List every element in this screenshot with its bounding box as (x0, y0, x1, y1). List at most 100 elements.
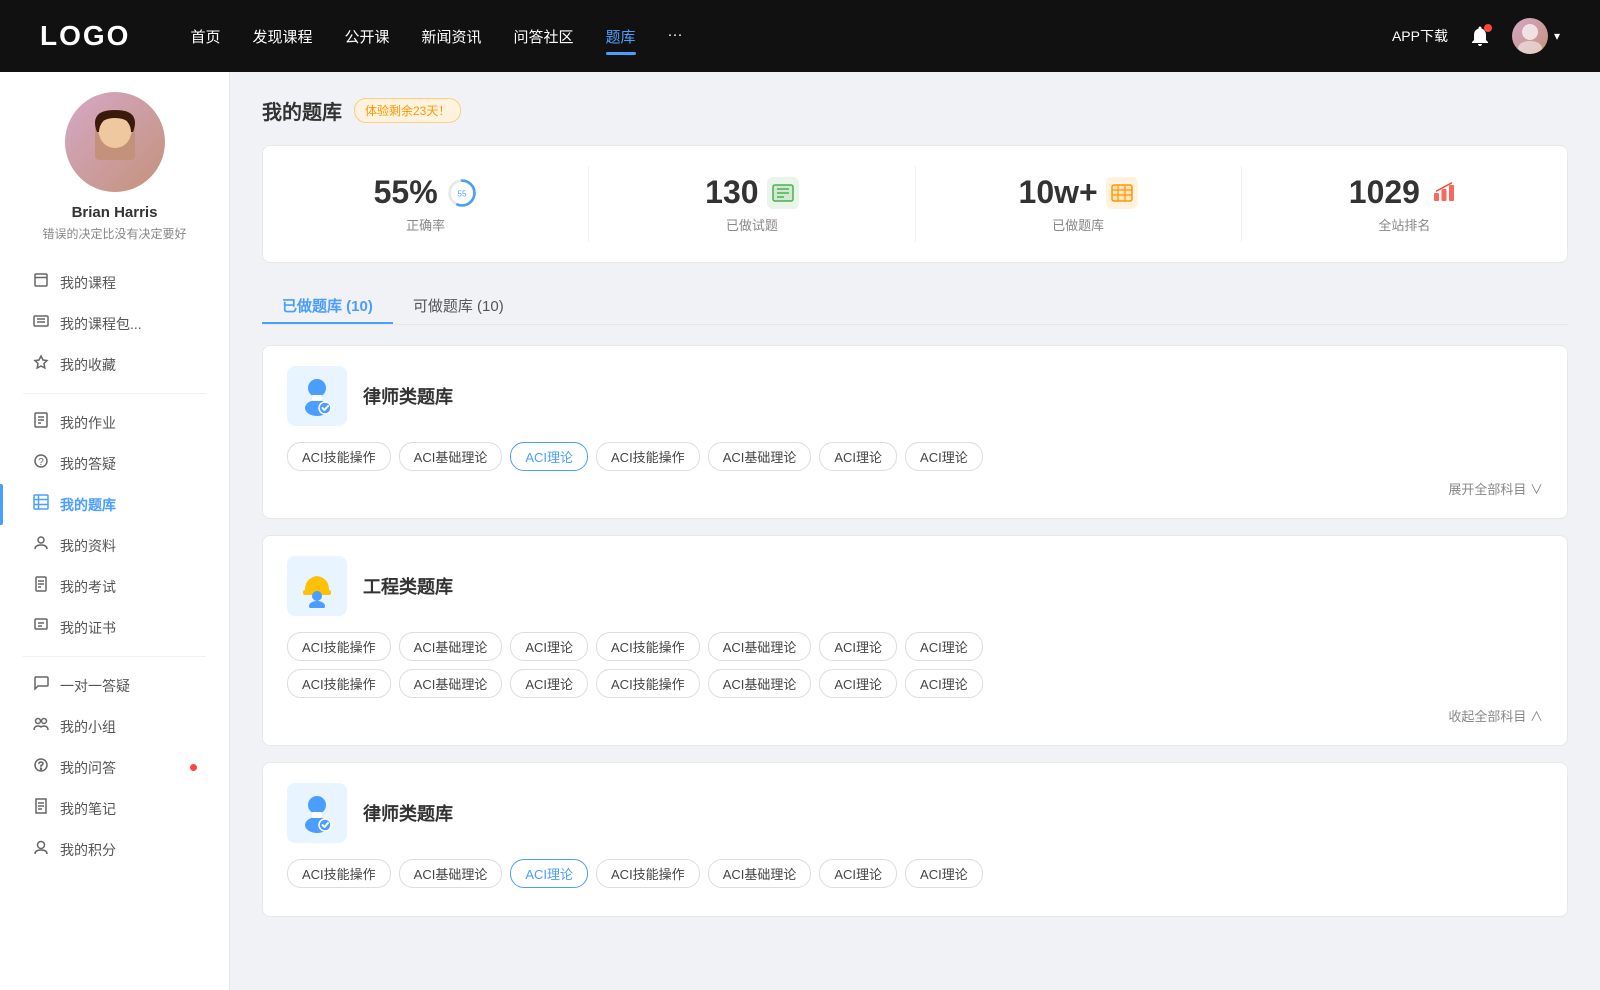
sidebar-item-cert[interactable]: 我的证书 (0, 607, 229, 648)
stat-done-banks-label: 已做题库 (1052, 215, 1104, 234)
sidebar-item-bank[interactable]: 我的题库 (0, 484, 229, 525)
qa-icon: ? (32, 453, 50, 474)
tag-lawyer-3[interactable]: ACI技能操作 (596, 442, 700, 471)
bank-section-engineering: 工程类题库 ACI技能操作 ACI基础理论 ACI理论 ACI技能操作 ACI基… (262, 535, 1568, 746)
tag-lawyer-1[interactable]: ACI基础理论 (399, 442, 503, 471)
bank-title-lawyer2: 律师类题库 (363, 800, 453, 826)
tag-eng-r1-3[interactable]: ACI技能操作 (596, 632, 700, 661)
expand-lawyer-link[interactable]: 展开全部科目 ∨ (287, 479, 1543, 498)
tag-lawyer2-6[interactable]: ACI理论 (905, 859, 983, 888)
tag-eng-r2-1[interactable]: ACI基础理论 (399, 669, 503, 698)
sidebar-item-exam-label: 我的考试 (60, 577, 197, 597)
tag-eng-r2-3[interactable]: ACI技能操作 (596, 669, 700, 698)
tag-lawyer2-0[interactable]: ACI技能操作 (287, 859, 391, 888)
sidebar-item-notes-label: 我的笔记 (60, 799, 197, 819)
sidebar-item-profile2-label: 我的资料 (60, 536, 197, 556)
tag-eng-r2-4[interactable]: ACI基础理论 (708, 669, 812, 698)
sidebar-item-qa-label: 我的答疑 (60, 454, 197, 474)
correct-rate-chart: 55 (446, 177, 478, 209)
sidebar: Brian Harris 错误的决定比没有决定要好 我的课程 我的课程包... … (0, 72, 230, 990)
bank-title-lawyer: 律师类题库 (363, 383, 453, 409)
tag-lawyer-5[interactable]: ACI理论 (819, 442, 897, 471)
tag-lawyer2-3[interactable]: ACI技能操作 (596, 859, 700, 888)
tabs-row: 已做题库 (10) 可做题库 (10) (262, 287, 1568, 325)
nav-item-home[interactable]: 首页 (190, 22, 220, 51)
sidebar-item-qa-mine[interactable]: ? 我的答疑 (0, 443, 229, 484)
tag-lawyer-2[interactable]: ACI理论 (510, 442, 588, 471)
tag-lawyer2-4[interactable]: ACI基础理论 (708, 859, 812, 888)
nav-item-news[interactable]: 新闻资讯 (422, 22, 482, 51)
nav-item-qa[interactable]: 问答社区 (514, 22, 574, 51)
sidebar-item-group[interactable]: 我的小组 (0, 706, 229, 747)
sidebar-item-profile2[interactable]: 我的资料 (0, 525, 229, 566)
nav-item-bank[interactable]: 题库 (606, 22, 636, 51)
profile-avatar (65, 92, 165, 192)
logo: LOGO (40, 20, 130, 52)
bank-tags-lawyer2: ACI技能操作 ACI基础理论 ACI理论 ACI技能操作 ACI基础理论 AC… (287, 859, 1543, 888)
tag-eng-r1-2[interactable]: ACI理论 (510, 632, 588, 661)
notification-dot (1484, 24, 1492, 32)
sidebar-item-cert-label: 我的证书 (60, 618, 197, 638)
tag-lawyer2-2[interactable]: ACI理论 (510, 859, 588, 888)
sidebar-item-notes[interactable]: 我的笔记 (0, 788, 229, 829)
sidebar-item-myqa[interactable]: 我的问答 (0, 747, 229, 788)
tag-lawyer-6[interactable]: ACI理论 (905, 442, 983, 471)
tag-eng-r2-6[interactable]: ACI理论 (905, 669, 983, 698)
tag-lawyer-4[interactable]: ACI基础理论 (708, 442, 812, 471)
user-avatar-menu[interactable]: ▾ (1512, 18, 1560, 54)
stat-correct-rate-value: 55% (374, 174, 438, 211)
points-icon (32, 839, 50, 860)
tag-eng-r1-5[interactable]: ACI理论 (819, 632, 897, 661)
sidebar-item-points[interactable]: 我的积分 (0, 829, 229, 870)
profile2-icon (32, 535, 50, 556)
tag-eng-r1-1[interactable]: ACI基础理论 (399, 632, 503, 661)
exam-icon (32, 576, 50, 597)
app-download-link[interactable]: APP下载 (1392, 26, 1448, 46)
chevron-down-icon: ▾ (1554, 29, 1560, 43)
stat-correct-rate: 55% 55 正确率 (263, 166, 589, 242)
bank-title-engineering: 工程类题库 (363, 573, 453, 599)
stats-row: 55% 55 正确率 130 (262, 145, 1568, 263)
stat-done-questions-value: 130 (705, 174, 758, 211)
global-rank-icon (1428, 177, 1460, 209)
homework-icon (32, 412, 50, 433)
sidebar-item-course[interactable]: 我的课程 (0, 262, 229, 303)
tag-eng-r2-2[interactable]: ACI理论 (510, 669, 588, 698)
tag-eng-r1-4[interactable]: ACI基础理论 (708, 632, 812, 661)
page-title: 我的题库 (262, 96, 342, 125)
nav-item-discover[interactable]: 发现课程 (252, 22, 312, 51)
nav-item-mooc[interactable]: 公开课 (344, 22, 389, 51)
tag-eng-r1-0[interactable]: ACI技能操作 (287, 632, 391, 661)
tag-lawyer-0[interactable]: ACI技能操作 (287, 442, 391, 471)
stat-done-questions: 130 已做试题 (589, 166, 915, 242)
sidebar-item-course-pkg[interactable]: 我的课程包... (0, 303, 229, 344)
sidebar-item-bank-label: 我的题库 (60, 495, 197, 515)
page-body: Brian Harris 错误的决定比没有决定要好 我的课程 我的课程包... … (0, 72, 1600, 990)
tag-eng-r1-6[interactable]: ACI理论 (905, 632, 983, 661)
stat-global-rank: 1029 全站排名 (1242, 166, 1567, 242)
sidebar-item-oneonone[interactable]: 一对一答疑 (0, 665, 229, 706)
collapse-engineering-link[interactable]: 收起全部科目 ∧ (287, 706, 1543, 725)
tag-lawyer2-1[interactable]: ACI基础理论 (399, 859, 503, 888)
tab-done-banks[interactable]: 已做题库 (10) (262, 287, 393, 324)
bank-icon-lawyer (287, 366, 347, 426)
notes-icon (32, 798, 50, 819)
sidebar-item-collect[interactable]: 我的收藏 (0, 344, 229, 385)
tag-lawyer2-5[interactable]: ACI理论 (819, 859, 897, 888)
stat-global-rank-value: 1029 (1349, 174, 1420, 211)
bank-icon-lawyer2 (287, 783, 347, 843)
nav-item-more[interactable]: ··· (668, 22, 683, 51)
tab-available-banks[interactable]: 可做题库 (10) (393, 287, 524, 324)
sidebar-item-exam[interactable]: 我的考试 (0, 566, 229, 607)
bank-tags-engineering-row1: ACI技能操作 ACI基础理论 ACI理论 ACI技能操作 ACI基础理论 AC… (287, 632, 1543, 661)
svg-text:55: 55 (457, 189, 466, 198)
sidebar-item-group-label: 我的小组 (60, 717, 197, 737)
notification-bell[interactable] (1468, 24, 1492, 48)
bank-section-lawyer2: 律师类题库 ACI技能操作 ACI基础理论 ACI理论 ACI技能操作 ACI基… (262, 762, 1568, 917)
sidebar-divider-2 (23, 656, 206, 657)
bank-tags-lawyer: ACI技能操作 ACI基础理论 ACI理论 ACI技能操作 ACI基础理论 AC… (287, 442, 1543, 471)
sidebar-item-homework[interactable]: 我的作业 (0, 402, 229, 443)
tag-eng-r2-0[interactable]: ACI技能操作 (287, 669, 391, 698)
main-content: 我的题库 体验剩余23天！ 55% 55 正确率 (230, 72, 1600, 990)
tag-eng-r2-5[interactable]: ACI理论 (819, 669, 897, 698)
